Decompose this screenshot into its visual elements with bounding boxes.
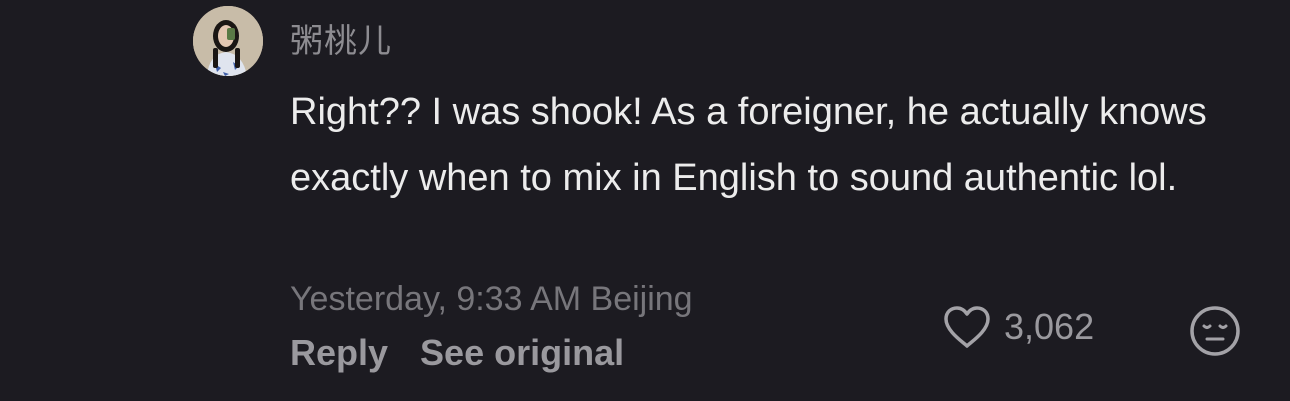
see-original-button[interactable]: See original — [420, 332, 624, 374]
comment-username[interactable]: 粥桃儿 — [290, 14, 392, 62]
emoji-face-icon — [1190, 306, 1240, 356]
like-count: 3,062 — [1004, 306, 1095, 347]
comment-item: 粥桃儿 Right?? I was shook! As a foreigner,… — [0, 0, 1290, 401]
user-avatar[interactable] — [193, 6, 263, 76]
reply-button[interactable]: Reply — [290, 332, 388, 374]
reaction-button[interactable] — [1189, 305, 1241, 357]
comment-timestamp: Yesterday, 9:33 AM Beijing — [290, 280, 693, 318]
comment-text: Right?? I was shook! As a foreigner, he … — [290, 91, 1207, 199]
comment-actions: Reply See original — [290, 332, 624, 374]
like-button[interactable]: 3,062 — [942, 304, 1094, 350]
heart-outline-icon — [944, 306, 990, 348]
